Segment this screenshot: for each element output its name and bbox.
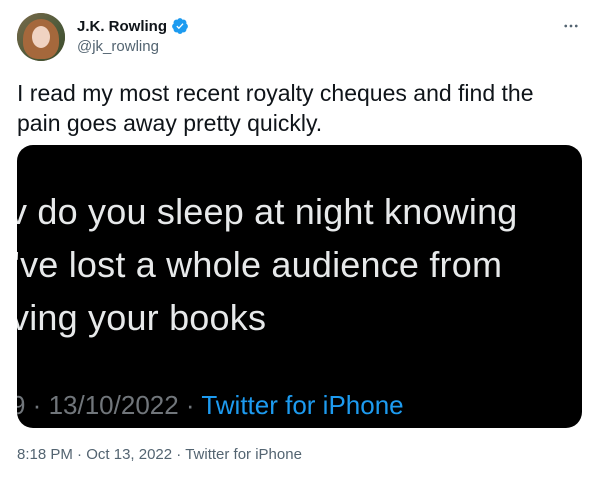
media-text-line: v do you sleep at night knowing [17, 191, 518, 232]
media-text-line: 've lost a whole audience from [17, 244, 503, 285]
more-options-icon[interactable] [559, 14, 583, 38]
tweet-source[interactable]: Twitter for iPhone [185, 446, 302, 463]
media-meta-date: 9 · 13/10/2022 · [17, 390, 202, 420]
timestamp-separator: · [72, 446, 87, 463]
author-name-row: J.K. Rowling [77, 17, 189, 35]
avatar[interactable] [17, 13, 65, 61]
tweet-timestamp: 8:18 PM · Oct 13, 2022 · Twitter for iPh… [17, 446, 302, 463]
timestamp-separator: · [172, 446, 186, 463]
media-meta-source: Twitter for iPhone [201, 390, 404, 420]
author-display-name[interactable]: J.K. Rowling [77, 18, 167, 35]
tweet-media-image[interactable]: v do you sleep at night knowing 've lost… [17, 145, 582, 428]
tweet-text: I read my most recent royalty cheques an… [17, 80, 534, 136]
avatar-face [32, 26, 50, 48]
tweet-card: J.K. Rowling @jk_rowling I read my most … [0, 0, 597, 482]
tweet-date[interactable]: Oct 13, 2022 [86, 446, 172, 463]
tweet-time[interactable]: 8:18 PM [17, 446, 73, 463]
author-handle[interactable]: @jk_rowling [77, 38, 159, 55]
verified-badge-icon [171, 17, 189, 35]
media-meta: 9 · 13/10/2022 · Twitter for iPhone [17, 390, 404, 421]
media-text-line: ving your books [17, 297, 267, 338]
